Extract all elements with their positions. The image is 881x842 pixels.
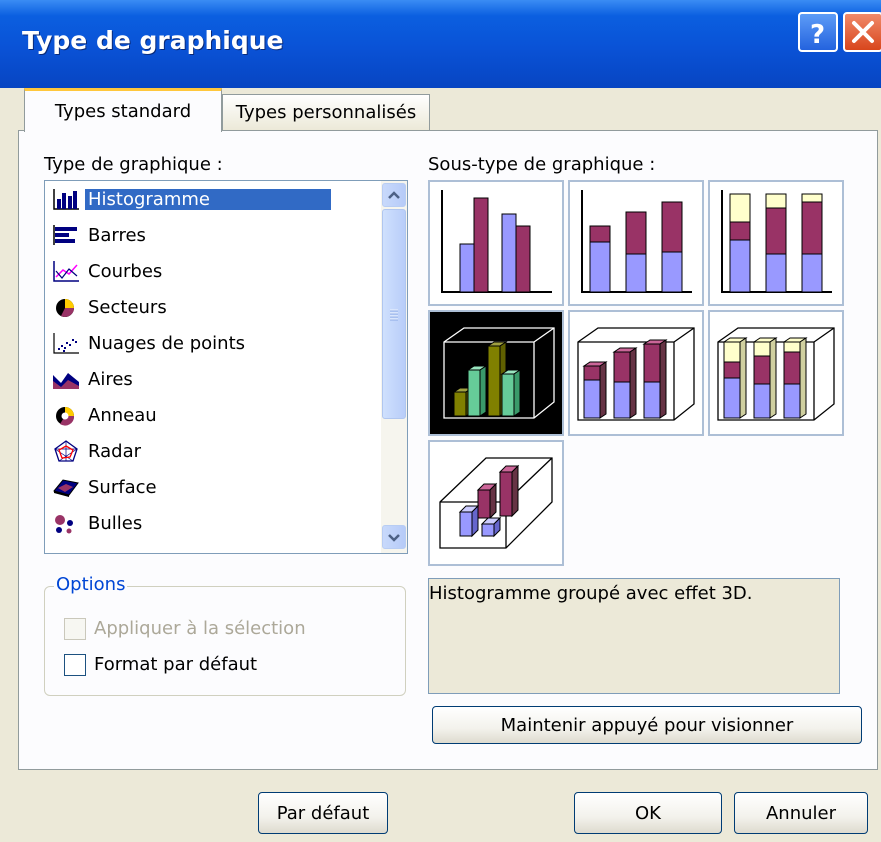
scroll-thumb[interactable] bbox=[382, 209, 406, 419]
subtype-100-stacked-column[interactable] bbox=[708, 180, 844, 306]
tab-label: Types standard bbox=[54, 101, 192, 122]
cancel-button[interactable]: Annuler bbox=[734, 792, 868, 834]
list-item-label: Anneau bbox=[88, 404, 157, 426]
list-item-label: Courbes bbox=[88, 260, 163, 282]
subtype-description-box: Histogramme groupé avec effet 3D. bbox=[428, 578, 840, 694]
chevron-down-icon bbox=[388, 534, 400, 542]
title-bar[interactable]: Type de graphique ? bbox=[0, 0, 881, 88]
list-item-anneau[interactable]: Anneau bbox=[45, 399, 375, 431]
chart-subtype-grid bbox=[428, 180, 844, 566]
stacked-column-thumbnail bbox=[581, 190, 692, 293]
list-item-label: Surface bbox=[88, 476, 157, 498]
line-chart-icon bbox=[53, 261, 79, 282]
list-item-histogramme[interactable]: Histogramme bbox=[45, 183, 375, 215]
tab-custom-types[interactable]: Types personnalisés bbox=[222, 94, 430, 130]
question-icon: ? bbox=[810, 20, 825, 50]
3d-column-thumbnail bbox=[439, 457, 553, 549]
list-item-label: Barres bbox=[88, 224, 146, 246]
pie-chart-icon bbox=[56, 299, 74, 317]
preview-button-label: Maintenir appuyé pour visionner bbox=[500, 714, 794, 736]
grip-icon bbox=[390, 309, 398, 321]
list-item-bulles[interactable]: Bulles bbox=[45, 507, 375, 539]
subtype-3d-stacked-column[interactable] bbox=[568, 310, 704, 436]
tab-label: Types personnalisés bbox=[235, 102, 417, 123]
subtype-description: Histogramme groupé avec effet 3D. bbox=[429, 583, 753, 604]
chart-type-label: Type de graphique : bbox=[44, 154, 223, 175]
preview-button[interactable]: Maintenir appuyé pour visionner bbox=[432, 706, 862, 744]
options-group bbox=[44, 586, 406, 696]
list-scrollbar[interactable] bbox=[381, 181, 407, 553]
dialog-client-area: Types personnalisés Types standard Type … bbox=[8, 88, 881, 842]
area-chart-icon bbox=[53, 373, 79, 389]
subtype-3d-column[interactable] bbox=[428, 440, 564, 566]
3d-stacked-100-column-thumbnail bbox=[717, 327, 835, 421]
scroll-up-button[interactable] bbox=[382, 183, 406, 207]
3d-stacked-column-thumbnail bbox=[577, 327, 695, 421]
subtype-clustered-column[interactable] bbox=[428, 180, 564, 306]
subtype-3d-clustered-column[interactable] bbox=[428, 310, 564, 436]
apply-to-selection-checkbox[interactable] bbox=[64, 618, 86, 640]
radar-chart-icon bbox=[54, 440, 78, 462]
close-icon bbox=[852, 21, 874, 43]
subtype-stacked-column[interactable] bbox=[568, 180, 704, 306]
list-item-courbes[interactable]: Courbes bbox=[45, 255, 375, 287]
chart-subtype-label: Sous-type de graphique : bbox=[428, 154, 656, 175]
default-format-label: Format par défaut bbox=[94, 654, 258, 675]
subtype-3d-100-stacked-column[interactable] bbox=[708, 310, 844, 436]
list-item-secteurs[interactable]: Secteurs bbox=[45, 291, 375, 323]
list-item-label: Nuages de points bbox=[88, 332, 246, 354]
default-button[interactable]: Par défaut bbox=[258, 792, 388, 834]
list-item-radar[interactable]: Radar bbox=[45, 435, 375, 467]
apply-to-selection-label: Appliquer à la sélection bbox=[94, 618, 306, 639]
list-item-label: Radar bbox=[88, 440, 141, 462]
svg-text:?: ? bbox=[810, 20, 825, 50]
list-item-nuages-de-points[interactable]: Nuages de points bbox=[45, 327, 375, 359]
ok-button[interactable]: OK bbox=[574, 792, 722, 834]
doughnut-chart-icon bbox=[56, 407, 75, 426]
bar-chart-icon bbox=[53, 225, 77, 245]
default-button-label: Par défaut bbox=[276, 802, 370, 824]
3d-clustered-column-thumbnail bbox=[443, 327, 555, 419]
help-button[interactable]: ? bbox=[798, 12, 838, 52]
surface-chart-icon bbox=[53, 479, 79, 497]
scroll-down-button[interactable] bbox=[382, 525, 406, 549]
default-format-checkbox[interactable] bbox=[64, 654, 86, 676]
column-chart-icon bbox=[52, 188, 80, 210]
chart-type-dialog: Type de graphique ? Types personnalisés … bbox=[0, 0, 881, 842]
list-item-aires[interactable]: Aires bbox=[45, 363, 375, 395]
list-item-surface[interactable]: Surface bbox=[45, 471, 375, 503]
list-item-label: Secteurs bbox=[88, 296, 167, 318]
options-legend: Options bbox=[54, 574, 128, 595]
clustered-column-thumbnail bbox=[441, 190, 552, 293]
scatter-chart-icon bbox=[53, 333, 79, 354]
chart-type-list[interactable]: Histogramme Barres Courbes Secteurs Nuag… bbox=[44, 180, 408, 554]
list-item-barres[interactable]: Barres bbox=[45, 219, 375, 251]
close-button[interactable] bbox=[843, 12, 881, 52]
tab-standard-types[interactable]: Types standard bbox=[24, 88, 222, 132]
ok-button-label: OK bbox=[635, 802, 661, 824]
stacked-100-column-thumbnail bbox=[721, 190, 832, 293]
chevron-up-icon bbox=[388, 191, 400, 199]
bubble-chart-icon bbox=[55, 515, 73, 534]
window-title: Type de graphique bbox=[22, 26, 284, 55]
cancel-button-label: Annuler bbox=[765, 802, 836, 824]
list-item-label: Aires bbox=[88, 368, 133, 390]
list-item-label: Histogramme bbox=[85, 188, 331, 210]
list-item-label: Bulles bbox=[88, 512, 143, 534]
